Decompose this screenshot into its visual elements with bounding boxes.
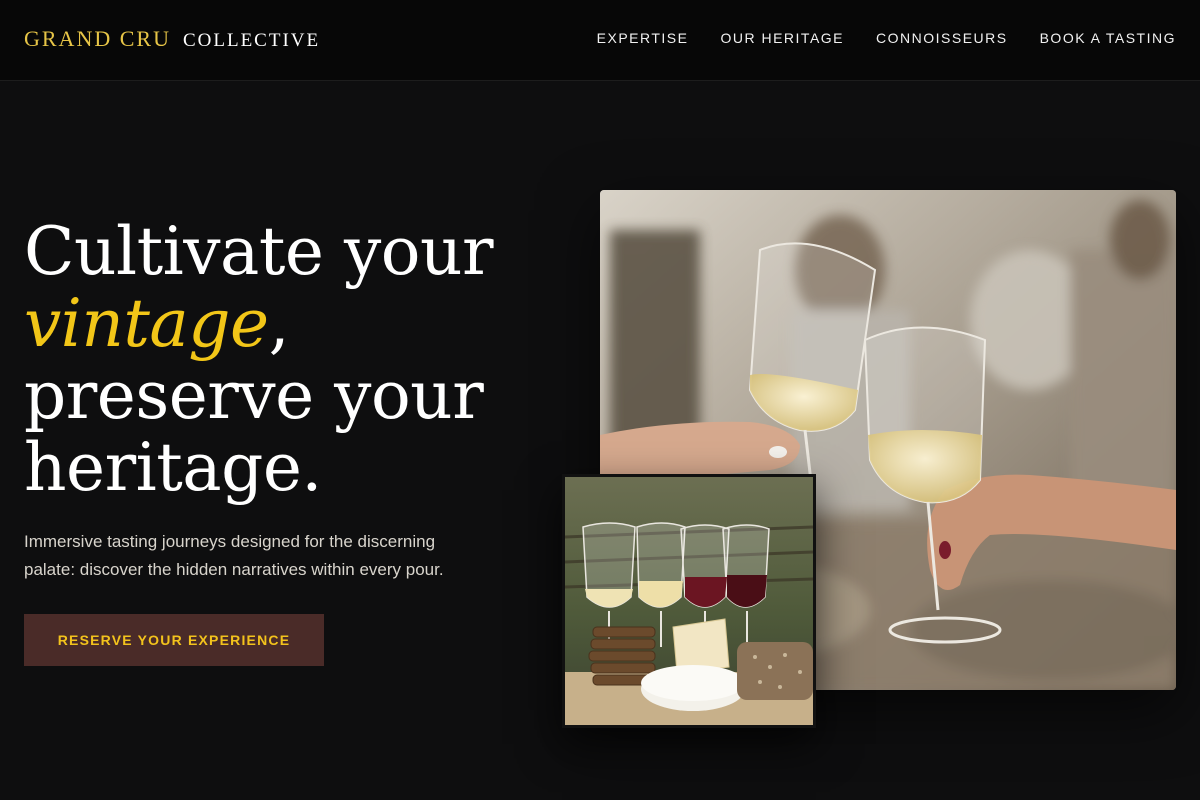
- hero-subtitle: Immersive tasting journeys designed for …: [24, 532, 444, 579]
- nav-item-our-heritage[interactable]: OUR HERITAGE: [720, 30, 844, 46]
- hero-headline: Cultivate your vintage, preserve your he…: [24, 216, 544, 504]
- headline-accent-word: vintage: [24, 285, 269, 362]
- brand-name-main: GRAND CRU: [24, 26, 171, 51]
- brand-name-sub: COLLECTIVE: [182, 30, 321, 51]
- headline-line-4: heritage.: [24, 429, 322, 506]
- nav-item-connoisseurs[interactable]: CONNOISSEURS: [876, 30, 1008, 46]
- headline-comma: ,: [268, 285, 290, 362]
- nav-item-book-a-tasting[interactable]: BOOK A TASTING: [1040, 30, 1176, 46]
- brand-logo[interactable]: GRAND CRU COLLECTIVE: [24, 26, 320, 52]
- main-nav: EXPERTISE OUR HERITAGE CONNOISSEURS BOOK…: [597, 30, 1176, 46]
- headline-line-1: Cultivate your: [24, 213, 494, 290]
- headline-line-3: preserve your: [24, 357, 484, 434]
- tasting-flight-illustration: [565, 477, 813, 725]
- tasting-flight-photo: [562, 474, 816, 728]
- top-navigation-bar: GRAND CRU COLLECTIVE EXPERTISE OUR HERITA…: [0, 0, 1200, 81]
- reserve-experience-button[interactable]: RESERVE YOUR EXPERIENCE: [24, 614, 324, 666]
- nav-item-expertise[interactable]: EXPERTISE: [597, 30, 689, 46]
